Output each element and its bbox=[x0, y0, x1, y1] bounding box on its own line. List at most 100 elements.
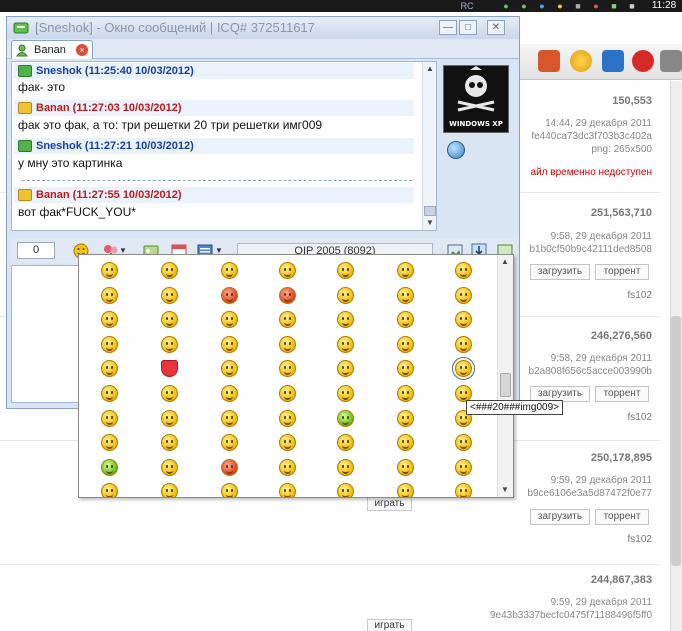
torrent-user[interactable]: fs102 bbox=[580, 412, 652, 423]
smiley-option[interactable] bbox=[221, 483, 238, 497]
smiley-option[interactable] bbox=[279, 311, 296, 329]
smiley-option[interactable] bbox=[101, 409, 118, 427]
window-titlebar[interactable]: [Sneshok] - Окно сообщений | ICQ# 372511… bbox=[7, 17, 519, 39]
smiley-option[interactable] bbox=[455, 458, 472, 476]
smiley-option[interactable] bbox=[221, 458, 238, 476]
smiley-option[interactable] bbox=[337, 311, 354, 329]
smiley-option[interactable] bbox=[279, 434, 296, 452]
smiley-option[interactable] bbox=[221, 409, 238, 427]
tray-icon-6[interactable]: ● bbox=[590, 0, 602, 12]
smiley-option[interactable] bbox=[221, 385, 238, 402]
smiley-option[interactable] bbox=[279, 409, 296, 427]
smiley-scrollbar-thumb[interactable] bbox=[500, 373, 511, 397]
smiley-option[interactable] bbox=[161, 409, 178, 427]
tab-close-icon[interactable]: × bbox=[76, 44, 88, 56]
scroll-down-icon[interactable]: ▼ bbox=[501, 485, 509, 494]
stop-icon[interactable] bbox=[632, 50, 654, 72]
tray-icon-8[interactable]: ■ bbox=[626, 0, 638, 12]
smiley-option[interactable] bbox=[337, 385, 354, 402]
smiley-option[interactable] bbox=[161, 360, 178, 378]
torrent-user[interactable]: fs102 bbox=[580, 534, 652, 545]
toolbar-tool-icon[interactable] bbox=[538, 50, 560, 72]
smiley-option[interactable] bbox=[455, 286, 472, 304]
smiley-option[interactable] bbox=[397, 483, 414, 497]
tray-icon-2[interactable]: ● bbox=[518, 0, 530, 12]
smiley-option[interactable] bbox=[452, 357, 475, 381]
wrench-icon[interactable] bbox=[660, 50, 682, 72]
x-tool-icon[interactable] bbox=[602, 50, 624, 72]
smiley-option[interactable] bbox=[455, 483, 472, 497]
scroll-up-icon[interactable]: ▲ bbox=[501, 257, 509, 266]
close-button[interactable]: ✕ bbox=[487, 20, 505, 35]
smiley-option[interactable] bbox=[397, 360, 414, 378]
smiley-option[interactable] bbox=[221, 262, 238, 279]
play-button[interactable]: играть bbox=[367, 619, 412, 631]
smiley-option[interactable] bbox=[337, 483, 354, 497]
torrent-button[interactable]: торрент bbox=[595, 386, 649, 402]
smiley-option[interactable] bbox=[397, 409, 414, 427]
smiley-option[interactable] bbox=[279, 483, 296, 497]
history-scrollbar[interactable]: ▲ ▼ bbox=[422, 62, 436, 230]
smiley-option[interactable] bbox=[221, 360, 238, 378]
smiley-option[interactable] bbox=[397, 311, 414, 329]
smiley-option[interactable] bbox=[397, 335, 414, 353]
message-input[interactable] bbox=[11, 265, 81, 403]
page-scrollbar-thumb[interactable] bbox=[671, 316, 681, 566]
minimize-button[interactable]: — bbox=[439, 20, 457, 35]
tray-icon-3[interactable]: ● bbox=[536, 0, 548, 12]
smiley-option[interactable] bbox=[455, 262, 472, 279]
smiley-option[interactable] bbox=[455, 311, 472, 329]
download-button[interactable]: загрузить bbox=[530, 509, 590, 525]
smiley-option[interactable] bbox=[101, 458, 118, 476]
smiley-option[interactable] bbox=[101, 286, 118, 304]
smiley-option[interactable] bbox=[101, 434, 118, 452]
maximize-button[interactable]: □ bbox=[459, 20, 477, 35]
smiley-option[interactable] bbox=[101, 262, 118, 279]
smiley-option[interactable] bbox=[337, 434, 354, 452]
globe-icon[interactable] bbox=[447, 141, 465, 159]
smiley-option[interactable] bbox=[101, 360, 118, 378]
tray-icon-5[interactable]: ■ bbox=[572, 0, 584, 12]
smiley-option[interactable] bbox=[101, 385, 118, 402]
smiley-option[interactable] bbox=[221, 286, 238, 304]
smiley-option[interactable] bbox=[221, 434, 238, 452]
smiley-option[interactable] bbox=[397, 262, 414, 279]
smiley-option[interactable] bbox=[101, 311, 118, 329]
smiley-option[interactable] bbox=[455, 335, 472, 353]
scroll-up-icon[interactable]: ▲ bbox=[426, 64, 434, 73]
language-indicator[interactable]: RC bbox=[460, 0, 474, 12]
smiley-option[interactable] bbox=[337, 458, 354, 476]
smiley-option[interactable] bbox=[279, 385, 296, 402]
smiley-option[interactable] bbox=[101, 335, 118, 353]
smiley-option[interactable] bbox=[397, 286, 414, 304]
tray-icon-4[interactable]: ● bbox=[554, 0, 566, 12]
smiley-option[interactable] bbox=[337, 360, 354, 378]
smiley-option[interactable] bbox=[337, 286, 354, 304]
tab-banan[interactable]: Banan × bbox=[11, 40, 93, 59]
smiley-option[interactable] bbox=[221, 335, 238, 353]
smiley-option[interactable] bbox=[279, 335, 296, 353]
smiley-option[interactable] bbox=[279, 360, 296, 378]
smiley-option[interactable] bbox=[161, 262, 178, 279]
smiley-option[interactable] bbox=[101, 483, 118, 497]
smiley-option[interactable] bbox=[161, 434, 178, 452]
smiley-option[interactable] bbox=[397, 385, 414, 402]
tray-icon-7[interactable]: ■ bbox=[608, 0, 620, 12]
smiley-option[interactable] bbox=[161, 311, 178, 329]
smiley-option[interactable] bbox=[337, 409, 354, 427]
smiley-option[interactable] bbox=[161, 483, 178, 497]
smiley-option[interactable] bbox=[161, 458, 178, 476]
smiley-option[interactable] bbox=[397, 458, 414, 476]
smiley-option[interactable] bbox=[455, 434, 472, 452]
tray-icon-1[interactable]: ● bbox=[500, 0, 512, 12]
smiley-option[interactable] bbox=[279, 458, 296, 476]
torrent-button[interactable]: торрент bbox=[595, 509, 649, 525]
torrent-button[interactable]: торрент bbox=[595, 264, 649, 280]
smiley-scrollbar[interactable]: ▲ ▼ bbox=[497, 255, 513, 497]
play-button[interactable]: играть bbox=[367, 497, 412, 511]
history-scrollbar-thumb[interactable] bbox=[424, 206, 436, 216]
smiley-option[interactable] bbox=[397, 434, 414, 452]
scroll-down-icon[interactable]: ▼ bbox=[426, 218, 434, 227]
smiley-option[interactable] bbox=[161, 385, 178, 402]
smiley-option[interactable] bbox=[337, 262, 354, 279]
